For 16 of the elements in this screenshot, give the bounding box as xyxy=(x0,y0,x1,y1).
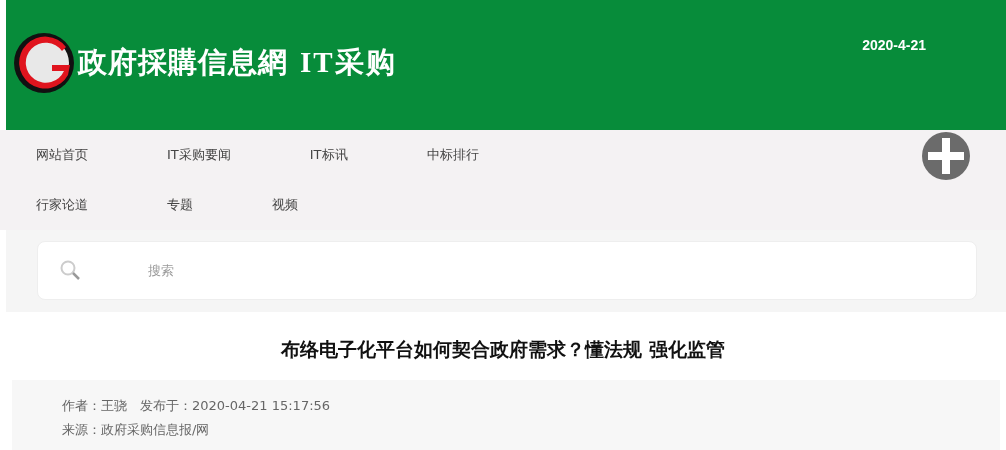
section-name: IT采购 xyxy=(300,45,397,80)
plus-icon[interactable] xyxy=(921,131,971,181)
nav-link[interactable]: 网站首页 xyxy=(36,147,88,163)
nav-link[interactable]: IT标讯 xyxy=(309,147,348,163)
nav-link[interactable]: 行家论道 xyxy=(36,197,88,213)
search-field[interactable]: 搜索 xyxy=(37,241,977,300)
article-title: 布络电子化平台如何契合政府需求？懂法规 强化监管 xyxy=(280,337,726,362)
site-name: 政府採購信息網 xyxy=(78,44,288,81)
nav-link[interactable]: 视频 xyxy=(272,197,298,213)
meta-text: 作者：王骁 发布于：2020-04-21 15:17:56 xyxy=(62,397,332,415)
nav-link[interactable]: 中标排行 xyxy=(426,147,479,163)
meta-text: 来源：政府采购信息报/网 xyxy=(62,421,211,439)
date: 2020-4-21 xyxy=(862,37,926,53)
nav-link[interactable]: 专题 xyxy=(167,197,193,213)
logo-icon xyxy=(12,31,76,95)
nav-link[interactable]: IT采购要闻 xyxy=(167,147,231,163)
